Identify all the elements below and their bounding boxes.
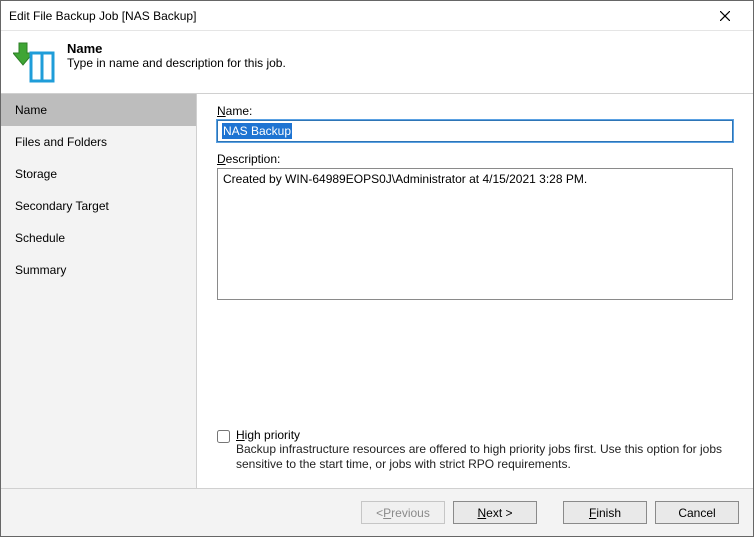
label-text: igh priority xyxy=(245,428,300,442)
btn-label: Cancel xyxy=(678,506,715,520)
high-priority-caption: High priority xyxy=(236,428,733,442)
btn-rest: ext > xyxy=(486,506,512,520)
wizard-sidebar: Name Files and Folders Storage Secondary… xyxy=(1,94,197,488)
label-text: escription: xyxy=(226,152,281,166)
close-icon xyxy=(720,11,730,21)
high-priority-labels: High priority Backup infrastructure reso… xyxy=(236,428,733,472)
label-text: ame: xyxy=(226,104,253,118)
description-textarea[interactable] xyxy=(217,168,733,300)
accelerator-char: D xyxy=(217,152,226,166)
header-band: Name Type in name and description for th… xyxy=(1,31,753,93)
accelerator-char: P xyxy=(383,506,391,520)
btn-pre: < xyxy=(376,506,383,520)
page-title: Name xyxy=(67,41,286,56)
sidebar-item-name[interactable]: Name xyxy=(1,94,196,126)
sidebar-item-label: Storage xyxy=(15,167,57,181)
accelerator-char: N xyxy=(477,506,486,520)
dialog-body: Name Files and Folders Storage Secondary… xyxy=(1,93,753,488)
sidebar-item-schedule[interactable]: Schedule xyxy=(1,222,196,254)
btn-rest: inish xyxy=(596,506,621,520)
titlebar: Edit File Backup Job [NAS Backup] xyxy=(1,1,753,31)
accelerator-char: F xyxy=(589,506,596,520)
finish-button[interactable]: Finish xyxy=(563,501,647,524)
sidebar-item-label: Summary xyxy=(15,263,66,277)
page-subtitle: Type in name and description for this jo… xyxy=(67,56,286,70)
sidebar-item-label: Secondary Target xyxy=(15,199,109,213)
btn-rest: revious xyxy=(391,506,430,520)
accelerator-char: H xyxy=(236,428,245,442)
sidebar-item-summary[interactable]: Summary xyxy=(1,254,196,286)
name-label: Name: xyxy=(217,104,733,118)
next-button[interactable]: Next > xyxy=(453,501,537,524)
close-button[interactable] xyxy=(705,2,745,30)
window-title: Edit File Backup Job [NAS Backup] xyxy=(9,9,705,23)
dialog-window: Edit File Backup Job [NAS Backup] Name T… xyxy=(0,0,754,537)
dialog-footer: < Previous Next > Finish Cancel xyxy=(1,488,753,536)
backup-job-icon xyxy=(13,39,57,83)
name-input-wrap: NAS Backup xyxy=(217,120,733,142)
accelerator-char: N xyxy=(217,104,226,118)
header-text: Name Type in name and description for th… xyxy=(67,39,286,70)
description-label: Description: xyxy=(217,152,733,166)
sidebar-item-label: Name xyxy=(15,103,47,117)
sidebar-item-secondary-target[interactable]: Secondary Target xyxy=(1,190,196,222)
sidebar-item-files-and-folders[interactable]: Files and Folders xyxy=(1,126,196,158)
sidebar-item-label: Schedule xyxy=(15,231,65,245)
sidebar-item-storage[interactable]: Storage xyxy=(1,158,196,190)
high-priority-help: Backup infrastructure resources are offe… xyxy=(236,442,733,472)
high-priority-row: High priority Backup infrastructure reso… xyxy=(217,428,733,472)
form-area: Name: NAS Backup Description: High prior… xyxy=(197,94,753,488)
cancel-button[interactable]: Cancel xyxy=(655,501,739,524)
high-priority-checkbox[interactable] xyxy=(217,430,230,443)
name-input[interactable] xyxy=(217,120,733,142)
previous-button: < Previous xyxy=(361,501,445,524)
sidebar-item-label: Files and Folders xyxy=(15,135,107,149)
